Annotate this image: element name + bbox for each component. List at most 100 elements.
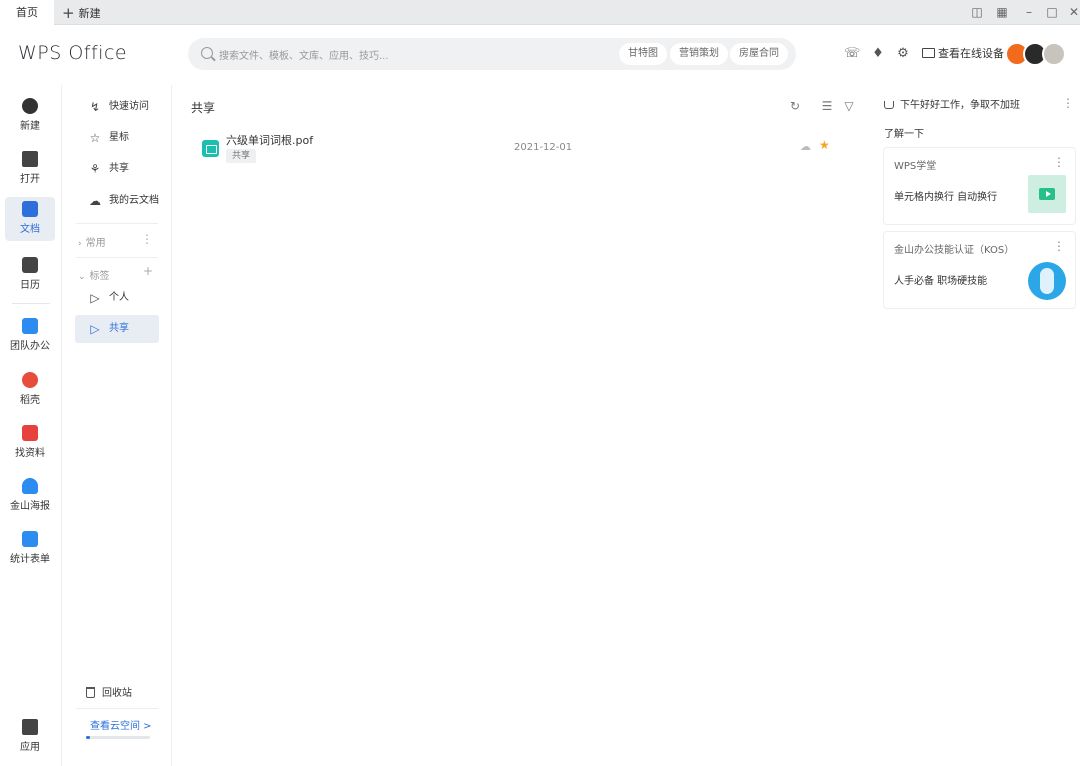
greeting-text: 下午好好工作，争取不加班 [900,100,1020,111]
nav-starred[interactable]: ☆ 星标 [75,124,159,152]
nav-divider [76,223,158,224]
header: WPS Office 搜索文件、模板、文库、应用、技巧... 甘特图 营销策划 … [0,25,1080,85]
nav-tag-shared[interactable]: ▷ 共享 [75,315,159,343]
refresh-icon[interactable]: ↻ [788,99,802,113]
rail-item-open[interactable]: 打开 [5,147,55,191]
rail-label-poster: 金山海报 [10,501,50,512]
card-kos[interactable]: 金山办公技能认证（KOS） ⋮ 人手必备 职场硬技能 [883,231,1076,309]
search-icon [201,47,213,59]
share-icon: ⚘ [89,162,101,176]
rail-label-docs: 文档 [20,224,40,235]
nav-trash-label: 回收站 [102,688,132,699]
layout-icon[interactable]: ◫ [968,3,986,21]
nav-group-tags-label: 标签 [89,271,110,282]
add-tag-icon[interactable]: + [143,264,153,278]
rail-label-team: 团队办公 [10,341,50,352]
tab-new[interactable]: + 新建 [62,0,101,25]
maximize-button[interactable]: □ [1043,3,1061,21]
avatar-3[interactable] [1042,42,1066,66]
file-name: 六级单词词根.pof [226,134,314,147]
tab-home[interactable]: 首页 [0,0,54,25]
nav-quick-access-label: 快速访问 [109,101,149,112]
rail-item-docs[interactable]: 文档 [5,197,55,241]
share-cloud-icon[interactable]: ☁ [800,140,813,153]
tab-new-label: 新建 [78,7,101,20]
tag-icon: ▷ [90,291,100,305]
nav-quick-access[interactable]: ↯ 快速访问 [75,93,159,121]
rail-label-calendar: 日历 [20,280,40,291]
trash-icon [86,687,95,698]
search-material-icon [22,425,38,441]
plus-icon: + [62,4,75,22]
card-desc: 人手必备 职场硬技能 [894,276,988,287]
rail-label-form: 统计表单 [10,554,50,565]
cloud-icon: ☁ [89,194,101,208]
card-more-icon[interactable]: ⋮ [1053,240,1065,252]
card-title: 金山办公技能认证（KOS） [894,245,1015,256]
nav-shared-label: 共享 [109,163,129,174]
app-logo: WPS Office [18,42,128,64]
form-icon [22,531,38,547]
nav-my-cloud[interactable]: ☁ 我的云文档 [75,187,159,215]
nav-group-tags[interactable]: ⌄ 标签 [78,267,110,282]
folder-icon [22,151,38,167]
coffee-icon [884,101,894,109]
skin-icon[interactable]: ♦ [870,46,886,62]
rail-label-apps: 应用 [20,742,40,753]
plus-circle-icon [22,98,38,114]
rail-label-find-material: 找资料 [15,448,45,459]
search-chip-marketing[interactable]: 营销策划 [670,43,728,65]
poster-icon [22,478,38,494]
headset-icon[interactable]: ☏ [844,46,860,62]
file-row[interactable]: 六级单词词根.pof 共享 2021-12-01 ☁ ★ [191,127,841,169]
search-box[interactable]: 搜索文件、模板、文库、应用、技巧... 甘特图 营销策划 房屋合同 [188,38,796,70]
grid-icon[interactable]: ▦ [993,3,1011,21]
left-rail: 新建 打开 文档 日历 团队办公 稻壳 找资料 金山海报 统计表单 应用 [0,85,62,766]
more-icon[interactable]: ⋮ [141,232,153,246]
greeting: 下午好好工作，争取不加班 [884,96,1020,111]
search-chip-contract[interactable]: 房屋合同 [730,43,788,65]
search-chip-gantt[interactable]: 甘特图 [619,43,667,65]
rail-item-find-material[interactable]: 找资料 [5,421,55,465]
card-wps-academy[interactable]: WPS学堂 ⋮ 单元格内换行 自动换行 [883,147,1076,225]
rail-item-apps[interactable]: 应用 [5,715,55,759]
star-icon: ☆ [89,131,101,145]
device-icon [922,48,935,58]
close-button[interactable]: ✕ [1065,3,1080,21]
list-view-icon[interactable]: ☰ [820,99,834,113]
nav-divider [76,257,158,258]
star-filled-icon[interactable]: ★ [819,139,832,152]
rail-item-team[interactable]: 团队办公 [5,314,55,358]
filter-icon[interactable]: ▽ [842,99,856,113]
rail-item-docer[interactable]: 稻壳 [5,368,55,412]
minimize-button[interactable]: – [1020,3,1038,21]
nav-tag-personal[interactable]: ▷ 个人 [75,284,159,312]
rail-label-docer: 稻壳 [20,395,40,406]
nav-tag-shared-label: 共享 [109,323,129,334]
calendar-icon [22,257,38,273]
rail-item-poster[interactable]: 金山海报 [5,474,55,518]
nav-shared[interactable]: ⚘ 共享 [75,155,159,183]
tag-icon: ▷ [90,322,100,336]
online-devices-label: 查看在线设备 [938,47,1004,60]
apps-grid-icon [22,719,38,735]
rail-item-new[interactable]: 新建 [5,94,55,138]
search-input[interactable]: 搜索文件、模板、文库、应用、技巧... [219,47,389,62]
rail-item-calendar[interactable]: 日历 [5,253,55,297]
secondary-nav: ↯ 快速访问 ☆ 星标 ⚘ 共享 ☁ 我的云文档 › 常用 ⋮ ⌄ 标签 + ▷ 个… [62,85,172,766]
cloud-space-link[interactable]: 查看云空间 > [90,717,152,732]
learn-more-heading: 了解一下 [884,129,924,140]
nav-divider [76,708,158,709]
card-more-icon[interactable]: ⋮ [1053,156,1065,168]
rail-item-form[interactable]: 统计表单 [5,527,55,571]
online-devices-button[interactable]: 查看在线设备 [922,46,1004,62]
nav-tag-personal-label: 个人 [109,292,129,303]
docer-icon [22,372,38,388]
cloud-usage-bar [86,736,150,739]
panel-more-icon[interactable]: ⋮ [1062,97,1074,109]
team-icon [22,318,38,334]
nav-group-common[interactable]: › 常用 [78,234,106,249]
file-tag: 共享 [226,149,257,163]
gear-icon[interactable]: ⚙ [895,46,911,62]
nav-trash[interactable]: 回收站 [86,684,132,699]
